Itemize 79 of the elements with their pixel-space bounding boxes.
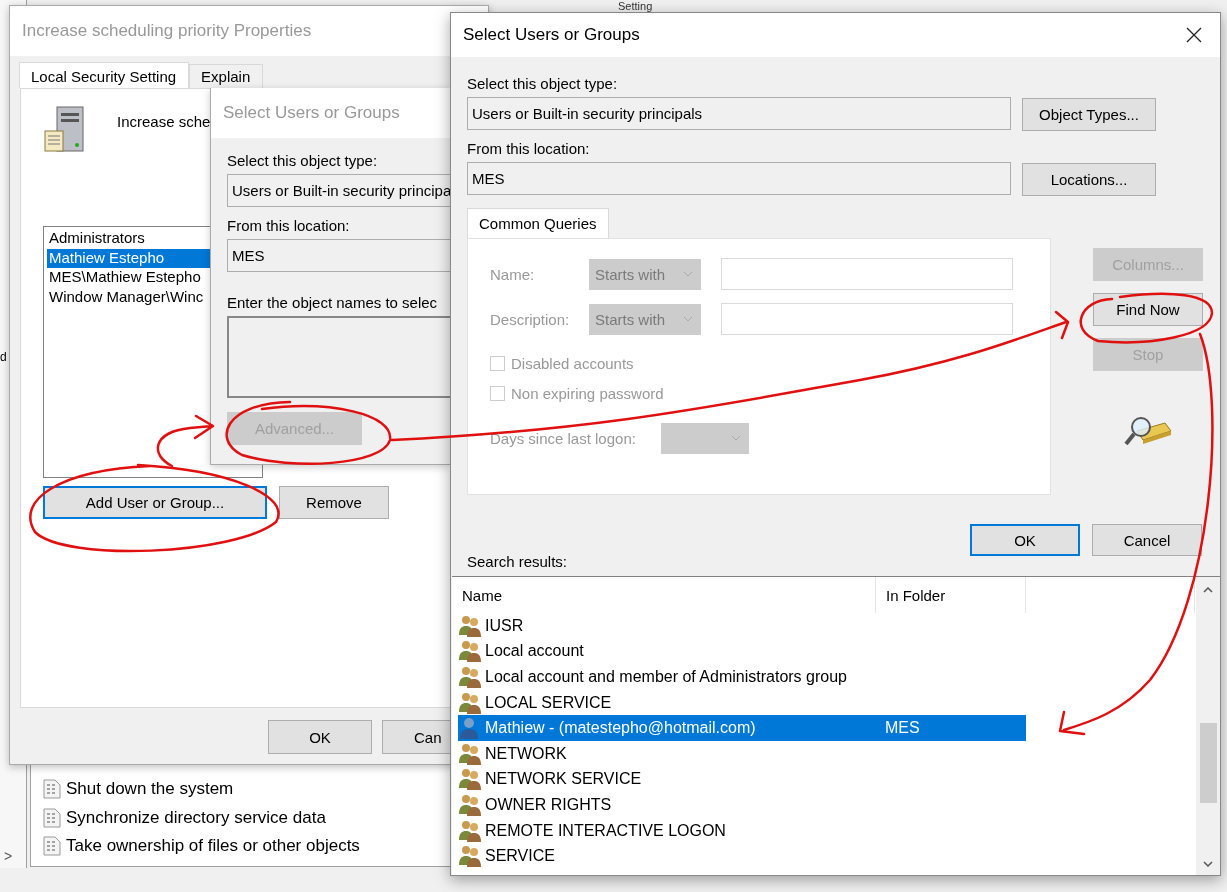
group-icon [458,640,482,663]
close-icon[interactable] [1186,27,1202,43]
result-name: LOCAL SERVICE [485,693,613,712]
results-label: Search results: [467,553,569,570]
cancel-button[interactable]: Cancel [1092,524,1202,556]
group-icon [458,614,482,637]
scroll-thumb[interactable] [1199,723,1217,803]
field-label: Name: [490,265,536,283]
result-row[interactable]: SERVICE [458,843,1026,869]
result-name: REMOTE INTERACTIVE LOGON [485,821,727,840]
field-label: From this location: [227,217,351,234]
vertical-scrollbar[interactable] [1196,577,1220,875]
location-field: MES [227,239,450,272]
field-label: Days since last logon: [490,429,637,447]
result-name: Local account [485,642,585,661]
group-icon [458,742,482,765]
location-field: MES [467,162,1011,195]
result-name: OWNER RIGHTS [485,795,613,814]
policy-name: Increase sche [117,113,211,132]
chevron-down-icon [731,435,741,441]
scroll-up-icon[interactable] [1203,587,1213,593]
group-icon [458,691,482,714]
binary-file-icon [43,779,61,800]
object-types-button[interactable]: Object Types... [1022,98,1156,131]
result-row[interactable]: LOCAL SERVICE [458,689,1026,716]
ok-button[interactable]: OK [268,720,372,754]
ok-button[interactable]: OK [970,524,1080,556]
group-icon [458,819,482,842]
group-icon [458,793,482,816]
binary-file-icon [43,807,61,828]
result-row[interactable]: OWNER RIGHTS [458,792,1026,818]
result-row[interactable]: REMOTE INTERACTIVE LOGON [458,817,1026,844]
result-name: IUSR [485,616,525,635]
tab[interactable]: Explain [189,64,264,88]
add-user-button[interactable]: Add User or Group... [43,486,267,519]
tab[interactable]: Common Queries [467,208,609,238]
column-header[interactable]: Setting [618,0,653,12]
result-row[interactable]: Local account [458,638,1026,665]
result-name: Local account and member of Administrators group [485,668,848,686]
server-icon [43,105,87,155]
expand-arrow[interactable]: > [4,848,26,864]
query-button[interactable]: Find Now [1093,293,1203,326]
tab[interactable]: Local Security Setting [19,62,190,88]
policy-item[interactable]: Take ownership of files or other objects [66,836,360,857]
result-name: NETWORK SERVICE [485,770,643,789]
field-label: Select this object type: [467,75,619,92]
group-icon [458,768,482,791]
policy-item[interactable]: Synchronize directory service data [66,807,326,828]
result-row[interactable]: NETWORK SERVICE [458,766,1026,793]
result-row[interactable]: Mathiew - (matestepho@hotmail.com) MES [458,715,1026,741]
window-title: Select Users or Groups [463,25,640,45]
field-label: Select this object type: [227,152,379,169]
field-label: Enter the object names to selec [227,294,439,311]
group-icon [458,666,482,688]
result-folder: MES [885,719,920,738]
cut-text: d [0,350,8,364]
locations-button[interactable]: Locations... [1022,163,1156,196]
result-name: Mathiew - (matestepho@hotmail.com) [485,719,757,738]
object-names-field[interactable] [227,316,450,398]
remove-button[interactable]: Remove [279,486,389,519]
result-row[interactable]: Local account and member of Administrators group [458,664,1026,690]
object-type-field: Users or Built-in security principals [467,97,1011,130]
result-name: NETWORK [485,744,568,763]
column-header[interactable]: In Folder [876,577,1026,613]
window-title: Select Users or Groups [211,88,450,138]
result-name: SERVICE [485,847,556,866]
policy-item[interactable]: Shut down the system [66,779,234,800]
chevron-down-icon [683,316,693,322]
chevron-down-icon [683,271,693,277]
column-header[interactable]: Name [452,577,876,613]
group-icon [458,845,482,868]
arrow-annotation [156,414,215,468]
binary-file-icon [43,836,61,857]
scroll-down-icon[interactable] [1203,861,1213,867]
checkbox-label: Non expiring password [511,384,664,402]
checkbox-label: Disabled accounts [511,354,634,372]
field-label: Description: [490,310,571,328]
result-row[interactable]: IUSR [458,613,1026,639]
field-label: From this location: [467,140,591,157]
